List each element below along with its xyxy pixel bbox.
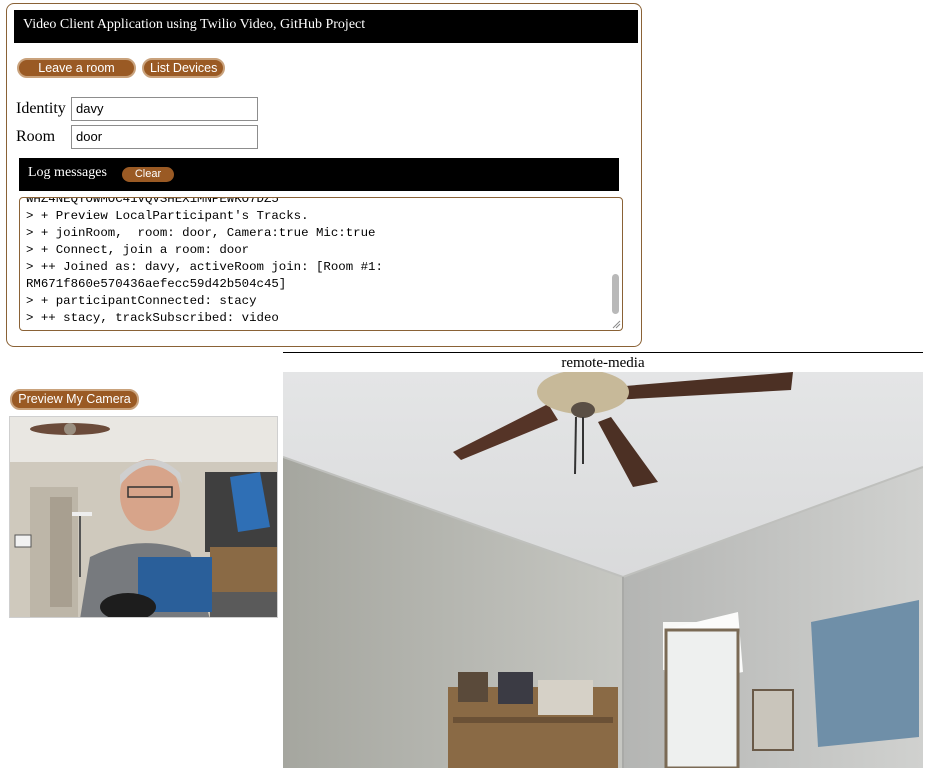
resize-grip-icon[interactable] bbox=[611, 319, 621, 329]
log-line: > ++ stacy, trackSubscribed: video bbox=[26, 311, 279, 325]
log-textarea[interactable]: WHZ4NEQYOWMOC41VQVSHEX1MNPEWKO7DZ5 > + P… bbox=[19, 197, 623, 331]
log-line: > + Preview LocalParticipant's Tracks. bbox=[26, 209, 309, 223]
log-line: RM671f860e570436aefecc59d42b504c45] bbox=[26, 277, 287, 291]
log-line: WHZ4NEQYOWMOC41VQVSHEX1MNPEWKO7DZ5 bbox=[26, 197, 279, 206]
local-video-frame bbox=[10, 417, 277, 617]
log-scroll-thumb[interactable] bbox=[612, 274, 619, 314]
log-content: WHZ4NEQYOWMOC41VQVSHEX1MNPEWKO7DZ5 > + P… bbox=[26, 197, 604, 327]
leave-room-button[interactable]: Leave a room bbox=[17, 58, 136, 78]
preview-camera-button[interactable]: Preview My Camera bbox=[10, 389, 139, 410]
control-panel: Video Client Application using Twilio Vi… bbox=[6, 3, 642, 347]
log-header: Log messages Clear bbox=[19, 158, 619, 191]
log-line: > + participantConnected: stacy bbox=[26, 294, 257, 308]
identity-label: Identity bbox=[16, 100, 66, 117]
log-line: > + joinRoom, room: door, Camera:true Mi… bbox=[26, 226, 376, 240]
list-devices-button[interactable]: List Devices bbox=[142, 58, 225, 78]
local-video bbox=[9, 416, 278, 618]
app-title: Video Client Application using Twilio Vi… bbox=[14, 10, 638, 43]
log-title: Log messages bbox=[28, 165, 107, 180]
identity-input[interactable]: davy bbox=[71, 97, 258, 121]
log-line: > ++ Joined as: davy, activeRoom join: [… bbox=[26, 260, 383, 274]
remote-video bbox=[283, 372, 923, 768]
clear-log-button[interactable]: Clear bbox=[122, 167, 174, 182]
remote-video-frame bbox=[283, 372, 923, 768]
log-line: > + Connect, join a room: door bbox=[26, 243, 250, 257]
room-label: Room bbox=[16, 128, 56, 145]
remote-media-label: remote-media bbox=[283, 352, 923, 373]
room-input[interactable]: door bbox=[71, 125, 258, 149]
